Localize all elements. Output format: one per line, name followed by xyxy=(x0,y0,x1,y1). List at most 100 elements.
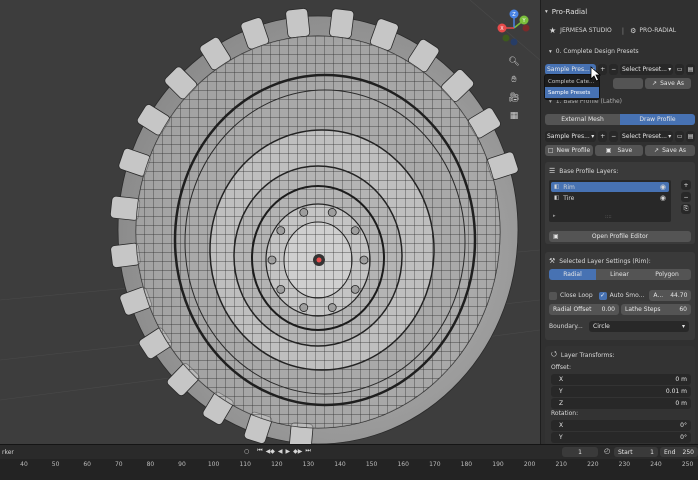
perspective-grid-icon[interactable]: ▦ xyxy=(506,108,522,124)
start-frame-field[interactable]: Start 1 xyxy=(614,447,658,457)
settings-header: ⚒ Selected Layer Settings (Rim): xyxy=(549,257,651,265)
axis-gizmo-icon[interactable]: Z Y X xyxy=(494,8,534,48)
marker-menu[interactable]: rker xyxy=(2,449,14,456)
dropdown-item-sample-presets[interactable]: Sample Presets xyxy=(545,87,599,98)
layer-settings-panel: ⚒ Selected Layer Settings (Rim): Radial … xyxy=(545,252,695,340)
current-frame-field[interactable]: 1 xyxy=(562,447,598,457)
profile-file-actions: □ New Profile ▣ Save ↗ Save As xyxy=(541,145,698,156)
offset-x-field[interactable]: X0 m xyxy=(551,374,691,385)
lug-nut xyxy=(267,255,277,265)
rotation-x-field[interactable]: X 0° xyxy=(551,420,691,431)
settings-title: Selected Layer Settings (Rim): xyxy=(559,257,651,265)
layers-panel: ☰ Base Profile Layers: ◧ Rim ◉ ◧ Tire ◉ … xyxy=(545,162,695,244)
save-disk-icon: ▣ xyxy=(605,147,612,154)
section-complete-presets[interactable]: ▾ 0. Complete Design Presets xyxy=(541,48,698,55)
play-reverse-icon[interactable]: ◀ xyxy=(278,448,283,455)
navigation-gizmo[interactable]: Z Y X 🔍︎ ✋︎ 🎥︎ ▦ xyxy=(494,8,534,128)
zoom-icon[interactable]: 🔍︎ xyxy=(506,54,522,70)
eye-icon[interactable]: ◉ xyxy=(660,194,666,202)
lug-nut xyxy=(327,208,337,217)
timeline-tick-label: 240 xyxy=(650,461,662,468)
timeline-tick-label: 110 xyxy=(239,461,251,468)
save-as-button[interactable]: ↗ Save As xyxy=(645,78,691,89)
lug-nut xyxy=(276,226,286,236)
next-keyframe-icon[interactable]: ◆▶ xyxy=(293,448,302,455)
rotation-y-field[interactable]: Y 0° xyxy=(551,432,691,443)
profile-preset-select[interactable]: Sample Pres... ▾ xyxy=(545,131,597,142)
add-layer-button[interactable]: + xyxy=(681,180,691,190)
end-frame-field[interactable]: End 250 xyxy=(660,447,698,457)
offset-y-field[interactable]: Y 0.01 m xyxy=(551,386,691,397)
tab-polygon[interactable]: Polygon xyxy=(643,269,691,280)
smooth-angle-field[interactable]: A... 44.70 xyxy=(649,290,692,301)
jump-end-icon[interactable]: ⏭ xyxy=(305,447,310,455)
camera-view-icon[interactable]: 🎥︎ xyxy=(506,90,522,106)
layer-type-icon: ◧ xyxy=(554,195,560,201)
layer-item-rim[interactable]: ◧ Rim ◉ xyxy=(551,182,669,192)
layer-item-tire[interactable]: ◧ Tire ◉ xyxy=(551,193,669,203)
brand-row: ★ JERMESA STUDIO | ⚙ PRO-RADIAL xyxy=(541,26,698,35)
lathe-steps-field[interactable]: Lathe Steps 60 xyxy=(621,304,691,315)
chevron-down-icon: ▾ xyxy=(591,133,595,140)
boundary-select[interactable]: Circle ▾ xyxy=(589,321,689,332)
rotation-fields: X 0° Y 0° xyxy=(551,420,691,443)
new-profile-button[interactable]: □ New Profile xyxy=(545,145,593,156)
clock-icon[interactable]: ◴ xyxy=(604,447,610,455)
eye-icon[interactable]: ◉ xyxy=(660,183,666,191)
play-icon[interactable]: ▶ xyxy=(286,448,291,455)
duplicate-layer-icon[interactable]: ⎘ xyxy=(681,204,691,214)
timeline-ruler[interactable]: 40 50 60 70 80 90 100 110 120 130 140 150 160 170 180 1… xyxy=(0,461,698,480)
collapse-chevron-icon[interactable]: ▾ xyxy=(549,49,552,55)
addon-header[interactable]: ▾ Pro-Radial xyxy=(541,8,698,16)
offset-z-field[interactable]: Z0 m xyxy=(551,398,691,409)
delete-icon[interactable]: ▤ xyxy=(686,131,696,142)
collapse-chevron-icon[interactable]: ▾ xyxy=(545,9,548,15)
timeline-tick-label: 70 xyxy=(114,461,123,468)
timeline-header: rker ○ ⏮ ◀◆ ◀ ▶ ◆▶ ⏭ 1 ◴ Start 1 End 250 xyxy=(0,445,698,459)
smoothing-row: Close Loop ✓ Auto Smo... A... 44.70 xyxy=(549,290,692,301)
save-as-profile-button[interactable]: ↗ Save As xyxy=(645,145,695,156)
delete-icon[interactable]: ▤ xyxy=(686,64,696,75)
prev-keyframe-icon[interactable]: ◀◆ xyxy=(266,448,275,455)
divider: | xyxy=(621,26,625,35)
pan-hand-icon[interactable]: ✋︎ xyxy=(506,72,522,88)
shape-type-tabs: Radial Linear Polygon xyxy=(549,269,691,280)
folder-icon[interactable]: ▭ xyxy=(675,131,685,142)
resize-handle-icon[interactable]: :::: xyxy=(605,214,612,220)
star-icon: ★ xyxy=(549,26,557,35)
radial-logo-icon: ⚙ xyxy=(630,26,637,35)
record-icon[interactable]: ○ xyxy=(244,448,249,455)
tab-linear[interactable]: Linear xyxy=(596,269,643,280)
timeline-tick-label: 250 xyxy=(681,461,694,468)
tab-external-mesh[interactable]: External Mesh xyxy=(545,114,620,125)
select-profile-preset-dropdown[interactable]: Select Preset... ▾ xyxy=(620,131,674,142)
product-name: PRO-RADIAL xyxy=(639,27,677,34)
save-button[interactable] xyxy=(613,78,643,89)
close-loop-checkbox[interactable] xyxy=(549,291,557,300)
folder-icon[interactable]: ▭ xyxy=(675,64,685,75)
add-profile-preset-button[interactable]: + xyxy=(598,131,608,142)
timeline-tick-label: 50 xyxy=(51,461,60,468)
radial-offset-field[interactable]: Radial Offset 0.00 xyxy=(549,304,619,315)
export-icon: ↗ xyxy=(654,147,660,154)
3d-viewport[interactable]: Z Y X 🔍︎ ✋︎ 🎥︎ ▦ xyxy=(0,0,540,444)
remove-preset-button[interactable]: − xyxy=(609,64,619,75)
save-profile-button[interactable]: ▣ Save xyxy=(595,145,643,156)
tab-radial[interactable]: Radial xyxy=(549,269,596,280)
playback-controls: ○ ⏮ ◀◆ ◀ ▶ ◆▶ ⏭ xyxy=(244,447,311,455)
transforms-title: Layer Transforms: xyxy=(560,352,615,359)
offset-fields: X0 m Y 0.01 m Z0 m xyxy=(551,374,691,409)
expand-arrow-icon[interactable]: ▸ xyxy=(553,213,556,219)
auto-smooth-checkbox[interactable]: ✓ xyxy=(598,291,607,300)
select-preset-dropdown[interactable]: Select Preset... ▾ xyxy=(620,64,674,75)
remove-profile-preset-button[interactable]: − xyxy=(609,131,619,142)
jump-start-icon[interactable]: ⏮ xyxy=(257,447,262,455)
layers-list[interactable]: ◧ Rim ◉ ◧ Tire ◉ ▸ :::: xyxy=(549,180,671,222)
remove-layer-button[interactable]: − xyxy=(681,192,691,202)
lug-nut xyxy=(350,226,360,236)
open-profile-editor-button[interactable]: ▣ Open Profile Editor xyxy=(549,231,691,242)
tread-block xyxy=(285,8,311,39)
timeline-tick-label: 90 xyxy=(178,461,186,468)
timeline-tick-label: 190 xyxy=(492,461,504,468)
tab-draw-profile[interactable]: Draw Profile xyxy=(620,114,695,125)
